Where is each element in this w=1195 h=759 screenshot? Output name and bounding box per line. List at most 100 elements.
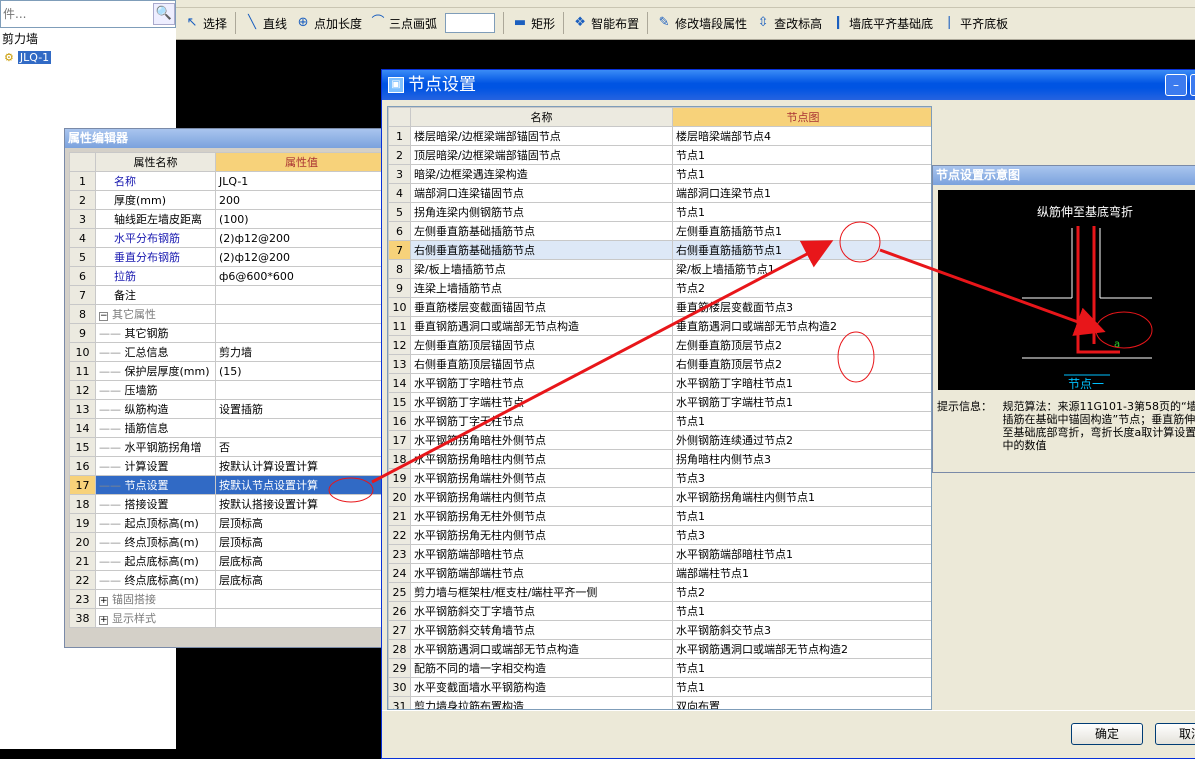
- property-row[interactable]: 6拉筋ф6@600*600: [70, 267, 388, 286]
- toolbar-button-align-slab[interactable]: ❘平齐底板: [937, 11, 1012, 35]
- property-row[interactable]: 2厚度(mm)200: [70, 191, 388, 210]
- node-image-value[interactable]: 水平钢筋丁字暗柱节点1: [673, 374, 933, 393]
- property-value[interactable]: 按默认计算设置计算: [216, 457, 388, 476]
- property-value[interactable]: 剪力墙: [216, 343, 388, 362]
- property-value[interactable]: 200: [216, 191, 388, 210]
- toolbar-button-point-length[interactable]: ⊕点加长度: [291, 11, 366, 35]
- node-setting-row[interactable]: 25剪力墙与框架柱/框支柱/端柱平齐一侧节点2: [389, 583, 933, 602]
- node-setting-row[interactable]: 9连梁上墙插筋节点节点2: [389, 279, 933, 298]
- property-row[interactable]: 14—— 插筋信息: [70, 419, 388, 438]
- property-value[interactable]: (2)ф12@200: [216, 248, 388, 267]
- node-image-value[interactable]: 右侧垂直筋插筋节点1: [673, 241, 933, 260]
- node-image-value[interactable]: 节点3: [673, 526, 933, 545]
- node-setting-row[interactable]: 28水平钢筋遇洞口或端部无节点构造水平钢筋遇洞口或端部无节点构造2: [389, 640, 933, 659]
- arc-mode-dropdown[interactable]: [445, 13, 495, 33]
- property-row[interactable]: 38+显示样式: [70, 609, 388, 628]
- property-row[interactable]: 16—— 计算设置按默认计算设置计算: [70, 457, 388, 476]
- property-value[interactable]: 设置插筋: [216, 400, 388, 419]
- node-image-value[interactable]: 水平钢筋斜交节点3: [673, 621, 933, 640]
- property-value[interactable]: (2)ф12@200: [216, 229, 388, 248]
- node-image-value[interactable]: 左侧垂直筋插筋节点1: [673, 222, 933, 241]
- node-setting-row[interactable]: 14水平钢筋丁字暗柱节点水平钢筋丁字暗柱节点1: [389, 374, 933, 393]
- node-setting-row[interactable]: 15水平钢筋丁字端柱节点水平钢筋丁字端柱节点1: [389, 393, 933, 412]
- property-value[interactable]: 层底标高: [216, 552, 388, 571]
- node-image-value[interactable]: 节点1: [673, 602, 933, 621]
- property-row[interactable]: 21—— 起点底标高(m)层底标高: [70, 552, 388, 571]
- node-setting-row[interactable]: 10垂直筋楼层变截面锚固节点垂直筋楼层变截面节点3: [389, 298, 933, 317]
- node-image-value[interactable]: 水平钢筋拐角端柱内侧节点1: [673, 488, 933, 507]
- cancel-button[interactable]: 取消: [1155, 723, 1195, 745]
- toolbar-button-edit-wall[interactable]: ✎修改墙段属性: [652, 11, 751, 35]
- property-row[interactable]: 8−其它属性: [70, 305, 388, 324]
- node-image-value[interactable]: 梁/板上墙插筋节点1: [673, 260, 933, 279]
- ok-button[interactable]: 确定: [1071, 723, 1143, 745]
- node-setting-row[interactable]: 17水平钢筋拐角暗柱外侧节点外侧钢筋连续通过节点2: [389, 431, 933, 450]
- node-setting-row[interactable]: 6左侧垂直筋基础插筋节点左侧垂直筋插筋节点1: [389, 222, 933, 241]
- node-setting-row[interactable]: 26水平钢筋斜交丁字墙节点节点1: [389, 602, 933, 621]
- node-setting-row[interactable]: 13右侧垂直筋顶层锚固节点右侧垂直筋顶层节点2: [389, 355, 933, 374]
- toolbar-button-cursor[interactable]: ↖选择: [180, 11, 231, 35]
- node-setting-row[interactable]: 23水平钢筋端部暗柱节点水平钢筋端部暗柱节点1: [389, 545, 933, 564]
- property-value[interactable]: JLQ-1: [216, 172, 388, 191]
- node-image-value[interactable]: 水平钢筋端部暗柱节点1: [673, 545, 933, 564]
- property-value[interactable]: 否: [216, 438, 388, 457]
- property-row[interactable]: 23+锚固搭接: [70, 590, 388, 609]
- node-image-value[interactable]: 节点1: [673, 659, 933, 678]
- property-row[interactable]: 7备注: [70, 286, 388, 305]
- node-image-value[interactable]: 节点1: [673, 678, 933, 697]
- property-row[interactable]: 12—— 压墙筋: [70, 381, 388, 400]
- property-value[interactable]: 按默认节点设置计算: [216, 476, 388, 495]
- node-setting-row[interactable]: 20水平钢筋拐角端柱内侧节点水平钢筋拐角端柱内侧节点1: [389, 488, 933, 507]
- collapse-icon[interactable]: −: [99, 312, 108, 321]
- property-value[interactable]: [216, 324, 388, 343]
- node-image-value[interactable]: 节点1: [673, 412, 933, 431]
- node-image-value[interactable]: 节点2: [673, 279, 933, 298]
- node-setting-row[interactable]: 12左侧垂直筋顶层锚固节点左侧垂直筋顶层节点2: [389, 336, 933, 355]
- node-image-value[interactable]: 水平钢筋丁字端柱节点1: [673, 393, 933, 412]
- node-setting-row[interactable]: 3暗梁/边框梁遇连梁构造节点1: [389, 165, 933, 184]
- expand-icon[interactable]: +: [99, 616, 108, 625]
- tree-node-jlq1[interactable]: ⚙ JLQ-1: [2, 49, 176, 66]
- property-value[interactable]: [216, 590, 388, 609]
- property-value[interactable]: (15): [216, 362, 388, 381]
- node-image-value[interactable]: 拐角暗柱内侧节点3: [673, 450, 933, 469]
- property-row[interactable]: 19—— 起点顶标高(m)层顶标高: [70, 514, 388, 533]
- node-image-value[interactable]: 节点1: [673, 203, 933, 222]
- property-row[interactable]: 20—— 终点顶标高(m)层顶标高: [70, 533, 388, 552]
- node-setting-row[interactable]: 8梁/板上墙插筋节点梁/板上墙插筋节点1: [389, 260, 933, 279]
- node-image-value[interactable]: 水平钢筋遇洞口或端部无节点构造2: [673, 640, 933, 659]
- property-row[interactable]: 1名称JLQ-1: [70, 172, 388, 191]
- node-image-value[interactable]: 外侧钢筋连续通过节点2: [673, 431, 933, 450]
- node-image-value[interactable]: 垂直筋楼层变截面节点3: [673, 298, 933, 317]
- node-image-value[interactable]: 端部端柱节点1: [673, 564, 933, 583]
- property-row[interactable]: 11—— 保护层厚度(mm)(15): [70, 362, 388, 381]
- node-image-value[interactable]: 节点1: [673, 165, 933, 184]
- node-image-value[interactable]: 楼层暗梁端部节点4: [673, 127, 933, 146]
- node-setting-row[interactable]: 29配筋不同的墙一字相交构造节点1: [389, 659, 933, 678]
- toolbar-button-rectangle[interactable]: ▬矩形: [508, 11, 559, 35]
- property-value[interactable]: [216, 305, 388, 324]
- node-image-value[interactable]: 节点3: [673, 469, 933, 488]
- toolbar-button-wall-align[interactable]: ❙墙底平齐基础底: [826, 11, 937, 35]
- property-value[interactable]: [216, 381, 388, 400]
- toolbar-button-smart-layout[interactable]: ❖智能布置: [568, 11, 643, 35]
- node-image-value[interactable]: 节点2: [673, 583, 933, 602]
- property-row[interactable]: 13—— 纵筋构造设置插筋: [70, 400, 388, 419]
- node-setting-row[interactable]: 11垂直钢筋遇洞口或端部无节点构造垂直筋遇洞口或端部无节点构造2: [389, 317, 933, 336]
- node-setting-row[interactable]: 2顶层暗梁/边框梁端部锚固节点节点1: [389, 146, 933, 165]
- property-value[interactable]: [216, 609, 388, 628]
- node-setting-row[interactable]: 16水平钢筋丁字无柱节点节点1: [389, 412, 933, 431]
- property-row[interactable]: 10—— 汇总信息剪力墙: [70, 343, 388, 362]
- node-image-value[interactable]: 双向布置: [673, 697, 933, 711]
- node-setting-row[interactable]: 24水平钢筋端部端柱节点端部端柱节点1: [389, 564, 933, 583]
- node-setting-row[interactable]: 27水平钢筋斜交转角墙节点水平钢筋斜交节点3: [389, 621, 933, 640]
- property-value[interactable]: 层顶标高: [216, 514, 388, 533]
- tree-search-input[interactable]: [1, 6, 141, 22]
- maximize-icon[interactable]: □: [1190, 74, 1195, 96]
- node-image-value[interactable]: 节点1: [673, 507, 933, 526]
- toolbar-button-arc[interactable]: ⌒三点画弧: [366, 11, 441, 35]
- node-setting-row[interactable]: 1楼层暗梁/边框梁端部锚固节点楼层暗梁端部节点4: [389, 127, 933, 146]
- property-value[interactable]: 层底标高: [216, 571, 388, 590]
- node-image-value[interactable]: 垂直筋遇洞口或端部无节点构造2: [673, 317, 933, 336]
- node-image-value[interactable]: 节点1: [673, 146, 933, 165]
